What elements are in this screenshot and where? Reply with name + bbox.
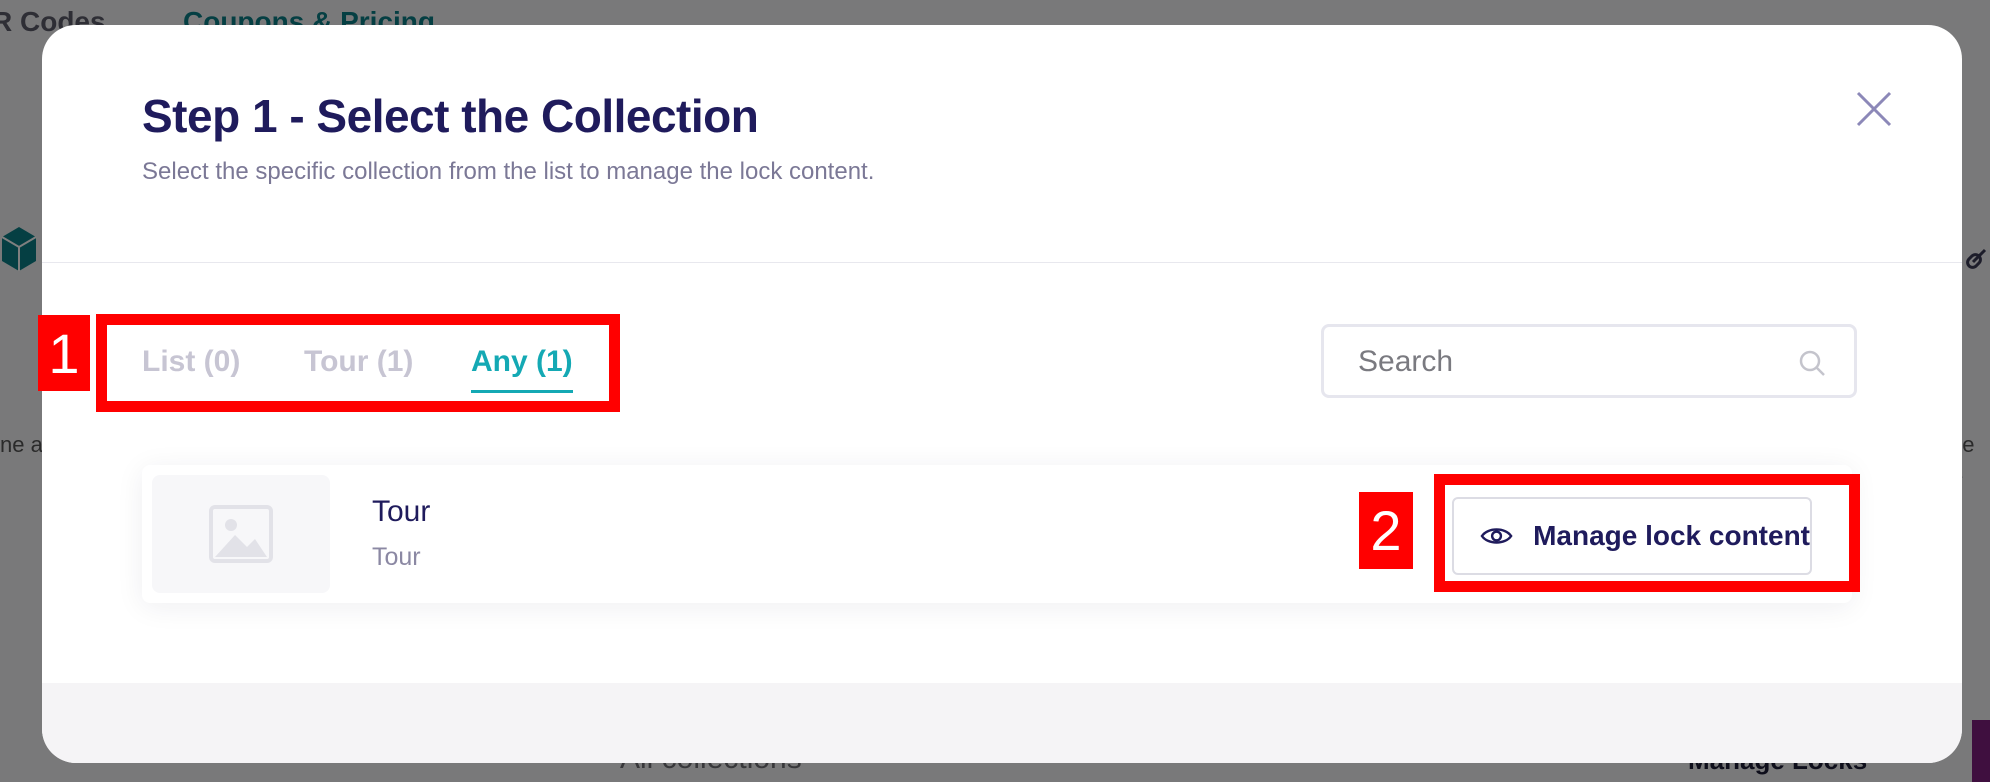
close-button[interactable] — [1852, 87, 1896, 131]
image-placeholder-icon — [209, 505, 273, 563]
close-icon — [1856, 91, 1892, 127]
modal-subtitle: Select the specific collection from the … — [142, 158, 875, 185]
modal-footer — [42, 683, 1962, 763]
collection-thumbnail — [152, 475, 330, 593]
annotation-number-2: 2 — [1359, 492, 1413, 569]
annotation-box-manage-button — [1434, 474, 1860, 592]
modal-header: Step 1 - Select the Collection Select th… — [42, 25, 1962, 263]
annotation-box-tabs — [96, 314, 620, 412]
annotation-number-1: 1 — [38, 315, 90, 391]
modal-title: Step 1 - Select the Collection — [142, 90, 759, 142]
search-input[interactable] — [1356, 327, 1780, 397]
collection-title: Tour — [372, 495, 431, 528]
collection-type: Tour — [372, 543, 421, 571]
search-icon — [1799, 350, 1825, 376]
search-box — [1321, 324, 1857, 398]
